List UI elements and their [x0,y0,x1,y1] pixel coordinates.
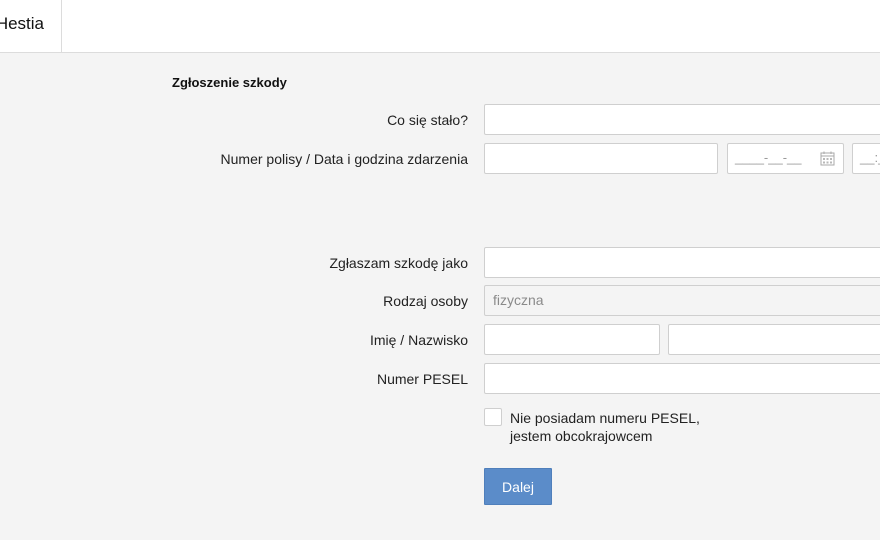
section-title: Zgłoszenie szkody [172,75,287,90]
brand-logo[interactable]: Hestia [0,0,62,52]
no-pesel-checkbox[interactable] [484,408,502,426]
reporter-role-label: Zgłaszam szkodę jako [329,255,468,271]
policy-date-label: Numer polisy / Data i godzina zdarzenia [220,151,468,167]
time-mask: __:__ [860,150,880,165]
person-type-field[interactable]: fizyczna [484,285,880,316]
brand-text: Hestia [0,14,44,33]
pesel-input[interactable] [484,363,880,394]
policy-number-input[interactable] [484,143,718,174]
person-type-label: Rodzaj osoby [383,293,468,309]
what-happened-label: Co się stało? [387,112,468,128]
last-name-input[interactable] [668,324,880,355]
no-pesel-label[interactable]: Nie posiadam numeru PESEL, jestem obcokr… [510,409,700,445]
incident-date-input[interactable]: ____-__-__ [727,143,844,174]
reporter-role-select[interactable] [484,247,880,278]
person-type-value: fizyczna [493,292,544,308]
next-button[interactable]: Dalej [484,468,552,505]
no-pesel-label-line2: jestem obcokrajowcem [510,428,653,444]
top-bar: Hestia [0,0,880,53]
name-label: Imię / Nazwisko [369,332,468,348]
incident-time-input[interactable]: __:__ [852,143,880,174]
no-pesel-label-line1: Nie posiadam numeru PESEL, [510,410,700,426]
what-happened-input[interactable] [484,104,880,135]
calendar-icon[interactable] [820,151,835,166]
date-mask: ____-__-__ [735,150,802,165]
first-name-input[interactable] [484,324,660,355]
pesel-label: Numer PESEL [376,371,468,387]
